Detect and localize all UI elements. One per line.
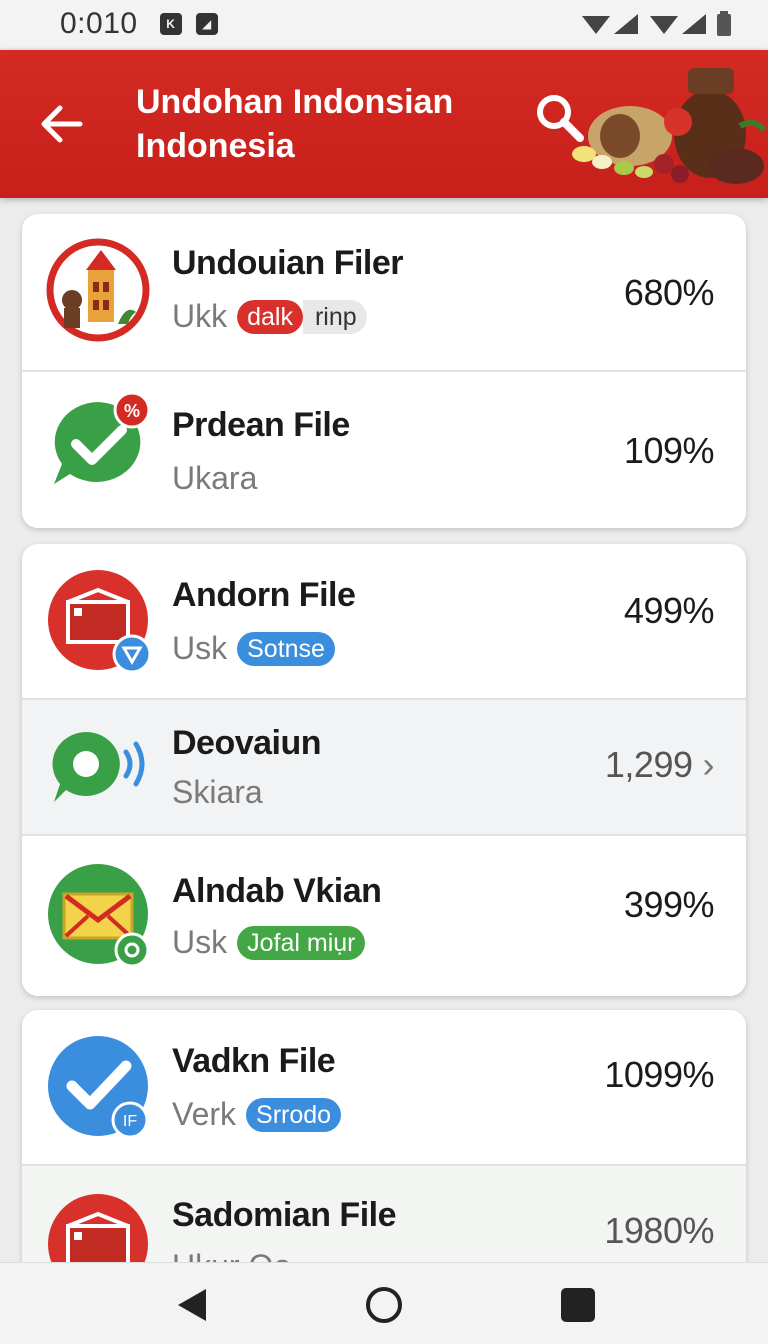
file-subtitle: Ukur Oo	[172, 1248, 291, 1262]
file-card-3: IF Vadkn File Verk Srrodo 1099% Sadomian…	[22, 1010, 746, 1262]
home-circle-icon[interactable]	[364, 1285, 404, 1325]
file-title: Deovaiun	[172, 724, 322, 762]
recents-square-icon[interactable]	[558, 1285, 598, 1325]
battery-icon	[717, 11, 731, 36]
file-list: Undouian Filer Ukk dalk rinp 680% % Prde…	[0, 198, 768, 1262]
file-subtitle: Ukara	[172, 460, 258, 496]
back-button[interactable]	[32, 94, 92, 154]
file-subtitle-group: Usk Sotnse	[172, 630, 335, 667]
tag-badge-red: dalk	[237, 299, 303, 334]
wifi-icon	[650, 14, 706, 34]
status-bar: 0:010 K ◢	[0, 0, 768, 48]
file-count-group[interactable]: 1,299 ›	[604, 744, 715, 786]
file-subtitle-group: Usk Jofal miụr	[172, 924, 366, 961]
tag-badge: Sotnse	[237, 631, 335, 666]
list-item[interactable]: Undouian Filer Ukk dalk rinp 680%	[22, 214, 746, 372]
status-indicators	[580, 11, 732, 37]
folder-icon	[48, 1194, 148, 1262]
file-subtitle: Usk	[172, 924, 228, 960]
arrow-left-icon	[41, 105, 83, 143]
tag-badge: Jofal miụr	[237, 925, 366, 960]
file-percentage: 1099%	[604, 1054, 714, 1095]
app-bar: Undohan Indonsian Indonesia	[0, 50, 768, 198]
tag-badge-gray: rinp	[302, 299, 367, 334]
file-percentage: 399%	[623, 884, 715, 925]
folder-icon	[48, 570, 150, 672]
file-count: 1,299	[604, 744, 693, 785]
file-subtitle-group: Verk Srrodo	[172, 1096, 342, 1133]
file-subtitle: Ukk	[172, 298, 228, 334]
notification-k-icon: K	[159, 13, 182, 35]
signal-icon	[582, 14, 638, 34]
temple-icon	[46, 238, 150, 342]
file-title: Sadomian File	[172, 1196, 397, 1234]
list-item[interactable]: IF Vadkn File Verk Srrodo 1099%	[22, 1010, 746, 1166]
file-percentage: 109%	[623, 430, 715, 471]
food-banner-illustration	[572, 68, 767, 184]
file-card-1: Undouian Filer Ukk dalk rinp 680% % Prde…	[22, 214, 746, 528]
notification-icons: K ◢	[159, 13, 218, 35]
file-subtitle: Verk	[172, 1096, 237, 1132]
file-subtitle-group: Ukk dalk rinp	[172, 298, 367, 335]
file-subtitle: Skiara	[172, 774, 263, 810]
file-percentage: 1980%	[604, 1210, 714, 1251]
chevron-right-icon: ›	[702, 744, 715, 785]
list-item[interactable]: % Prdean File Ukara 109%	[22, 372, 746, 528]
back-triangle-icon[interactable]	[172, 1285, 212, 1325]
chat-wave-icon	[52, 732, 145, 802]
file-percentage: 680%	[623, 272, 715, 313]
system-nav-bar	[0, 1262, 768, 1344]
list-item[interactable]: Sadomian File Ukur Oo 1980%	[22, 1166, 746, 1262]
notification-photo-icon: ◢	[195, 13, 218, 35]
file-title: Andorn File	[172, 576, 356, 614]
tag-badge: Srrodo	[246, 1097, 342, 1132]
file-title: Undouian Filer	[172, 244, 404, 282]
list-item[interactable]: Alndab Vkian Usk Jofal miụr 399%	[22, 836, 746, 996]
page-title: Undohan Indonsian Indonesia	[136, 83, 454, 165]
file-subtitle: Usk	[172, 630, 228, 666]
tag-badge: dalk rinp	[237, 299, 367, 334]
chat-badge-text: %	[124, 401, 140, 421]
list-item[interactable]: Andorn File Usk Sotnse 499%	[22, 544, 746, 700]
check-circle-icon: IF	[48, 1036, 149, 1138]
status-time: 0:010	[60, 7, 138, 40]
mail-icon	[48, 864, 150, 966]
file-percentage: 499%	[623, 590, 715, 631]
file-title: Alndab Vkian	[172, 872, 382, 910]
file-card-2: Andorn File Usk Sotnse 499% Deovaiun Ski…	[22, 544, 746, 996]
list-item[interactable]: Deovaiun Skiara 1,299 ›	[22, 700, 746, 836]
file-title: Vadkn File	[172, 1042, 336, 1080]
file-title: Prdean File	[172, 406, 350, 444]
chat-check-icon: %	[54, 392, 150, 484]
check-badge-text: IF	[123, 1113, 137, 1130]
